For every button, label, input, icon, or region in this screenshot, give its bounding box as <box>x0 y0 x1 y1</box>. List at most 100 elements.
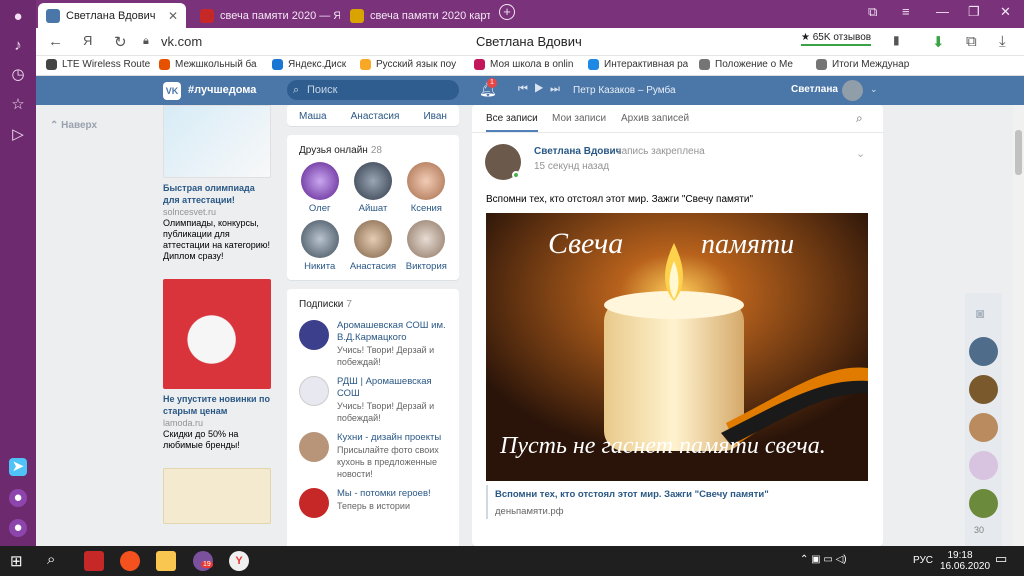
user-name[interactable]: Светлана <box>791 84 838 95</box>
chat-count[interactable]: 30 <box>974 525 984 535</box>
subscription-item[interactable]: Мы - потомки героев! Теперь в истории <box>287 484 459 522</box>
back-to-top[interactable]: ⌃ Наверх <box>50 120 97 131</box>
menu-icon[interactable]: ≡ <box>902 4 910 19</box>
profile-icon[interactable]: ● <box>9 8 27 26</box>
ad-image[interactable] <box>163 279 271 389</box>
bookmark-item[interactable]: Итоги Междунар <box>816 59 916 70</box>
friend-item[interactable]: Анастасия <box>346 220 399 272</box>
camera-icon[interactable]: ◙ <box>976 305 984 321</box>
yandex-icon[interactable]: Я <box>83 33 92 48</box>
subscription-item[interactable]: Аромашевская СОШ им. В.Д.Кармацкого Учись… <box>287 316 459 372</box>
friend-name[interactable]: Иван <box>423 111 446 122</box>
tab-yandex[interactable]: свеча памяти 2020 — Янд <box>192 3 340 28</box>
tab-archive[interactable]: Архив записей <box>621 113 689 124</box>
section-title[interactable]: Друзья онлайн <box>299 145 368 156</box>
friend-name[interactable]: Маша <box>299 111 327 122</box>
section-title[interactable]: Подписки <box>299 299 343 310</box>
tab-all-posts[interactable]: Все записи <box>486 113 538 132</box>
close-window-icon[interactable]: ✕ <box>1000 4 1011 20</box>
app-icon[interactable] <box>120 551 140 571</box>
chevron-down-icon[interactable]: ⌄ <box>856 147 865 160</box>
windows-icon[interactable]: ⊞ <box>10 552 23 570</box>
search-icon[interactable]: ⌕ <box>856 111 863 126</box>
next-icon: ⏭ <box>549 83 560 95</box>
chevron-down-icon[interactable]: ⌄ <box>870 84 878 95</box>
reviews-badge[interactable]: ★ 65K отзывов <box>801 32 872 46</box>
star-icon[interactable]: ☆ <box>9 96 27 114</box>
avatar[interactable] <box>969 413 998 442</box>
scrollbar[interactable] <box>1013 105 1024 546</box>
bookmark-page-icon[interactable]: ▮ <box>893 33 900 47</box>
browser-sidebar: ● ♪ ◷ ☆ ▷ ➤ ● ● <box>0 0 36 546</box>
bookmark-item[interactable]: Положение о Ме <box>699 59 799 70</box>
tab-vk[interactable]: Светлана Вдович ✕ <box>38 3 186 28</box>
alice-icon[interactable]: ● <box>9 489 27 507</box>
avatar[interactable] <box>842 80 863 101</box>
refresh-icon[interactable]: ↻ <box>114 33 127 51</box>
language-indicator[interactable]: РУС <box>913 555 933 566</box>
friend-item[interactable]: Айшат <box>346 162 399 214</box>
bell-icon[interactable]: ♪ <box>9 37 27 55</box>
minimize-icon[interactable]: — <box>936 4 949 19</box>
wall: Все записи Мои записи Архив записей ⌕ Св… <box>472 105 883 546</box>
tab-images[interactable]: свеча памяти 2020 картин <box>342 3 490 28</box>
subscription-item[interactable]: РДШ | Аромашевская СОШ Учись! Твори! Дерз… <box>287 372 459 428</box>
friend-item[interactable]: Никита <box>293 220 346 272</box>
app-icon[interactable] <box>84 551 104 571</box>
image-title: памяти <box>701 229 794 260</box>
vk-logo[interactable]: VK <box>163 82 181 100</box>
section-count: 7 <box>346 299 352 310</box>
bookmark-item[interactable]: LTE Wireless Route <box>46 59 154 70</box>
bookmark-icon[interactable]: ⧉ <box>868 4 877 20</box>
clock[interactable]: 19:18 16.06.2020 <box>940 550 990 572</box>
play-icon[interactable]: ▷ <box>9 126 27 144</box>
back-icon[interactable]: ← <box>48 33 63 50</box>
bookmark-item[interactable]: Интерактивная ра <box>588 59 688 70</box>
friend-item[interactable]: Виктория <box>400 220 453 272</box>
scroll-thumb[interactable] <box>1015 130 1022 175</box>
player-controls[interactable]: ⏮ ▶ ⏭ <box>518 83 560 96</box>
friend-name[interactable]: Анастасия <box>351 111 400 122</box>
post-image[interactable]: Свеча памяти Пусть не гаснет памяти свеч… <box>486 213 868 481</box>
link-domain[interactable]: деньпамяти.рф <box>495 506 564 517</box>
downloads-icon[interactable]: ⤓ <box>999 33 1006 50</box>
tab-my-posts[interactable]: Мои записи <box>552 113 606 124</box>
avatar[interactable] <box>969 489 998 518</box>
avatar <box>353 220 392 258</box>
assistant-icon[interactable]: ● <box>9 519 27 537</box>
send-icon[interactable]: ➤ <box>9 458 27 476</box>
avatar[interactable] <box>969 375 998 404</box>
bookmark-item[interactable]: Межшкольный ба <box>159 59 267 70</box>
ad-domain: solncesvet.ru <box>163 207 217 217</box>
notification-center-icon[interactable]: ▭ <box>995 552 1007 565</box>
url-field[interactable]: vk.com <box>161 33 221 51</box>
search-icon[interactable]: ⌕ <box>47 551 55 568</box>
link-title[interactable]: Вспомни тех, кто отстоял этот мир. Зажги… <box>495 489 769 500</box>
track-title[interactable]: Петр Казаков – Румба <box>573 85 676 96</box>
yandex-favicon-icon <box>200 8 214 23</box>
friend-item[interactable]: Олег <box>293 162 346 214</box>
avatar[interactable] <box>969 337 998 366</box>
history-icon[interactable]: ◷ <box>9 66 27 84</box>
new-tab-icon[interactable]: + <box>499 4 515 20</box>
tray-icons[interactable]: ⌃ ▣ ▭ ◁) <box>800 554 847 565</box>
download-green-icon[interactable]: ⬇ <box>932 33 945 51</box>
ad-image[interactable] <box>163 468 271 524</box>
friend-item[interactable]: Ксения <box>400 162 453 214</box>
ad-image[interactable] <box>163 105 271 178</box>
extensions-icon[interactable]: ⧉ <box>966 33 977 50</box>
post-author[interactable]: Светлана Вдович <box>534 146 622 157</box>
maximize-icon[interactable]: ❐ <box>968 4 980 20</box>
post-time[interactable]: 15 секунд назад <box>534 161 609 172</box>
hashtag-link[interactable]: #лучшедома <box>188 84 256 96</box>
ad-title[interactable]: Быстрая олимпиада для аттестации! <box>163 182 273 206</box>
bookmark-item[interactable]: Моя школа в onlin <box>474 59 582 70</box>
ad-title[interactable]: Не упустите новинки по старым ценам <box>163 393 273 417</box>
yandex-browser-icon[interactable]: Y <box>229 551 249 571</box>
bookmark-item[interactable]: Русский язык поу <box>360 59 468 70</box>
search-input[interactable]: ⌕ Поиск <box>287 80 459 100</box>
close-icon[interactable]: ✕ <box>168 9 178 23</box>
subscription-item[interactable]: Кухни - дизайн проекты Присылайте фото св… <box>287 428 459 484</box>
folder-icon[interactable] <box>156 551 176 571</box>
avatar[interactable] <box>969 451 998 480</box>
